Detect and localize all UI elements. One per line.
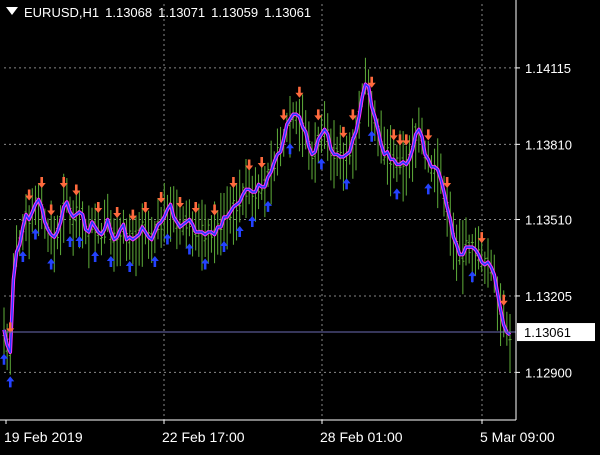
open-value: 1.13068	[105, 5, 153, 20]
x-tick-label: 28 Feb 01:00	[320, 429, 403, 445]
arrow-shape	[91, 251, 100, 263]
symbol-label: EURUSD,H1	[24, 5, 100, 20]
sell-arrow-icon	[424, 129, 433, 141]
arrow-shape	[392, 188, 401, 200]
x-tick-label: 19 Feb 2019	[4, 429, 83, 445]
y-tick-label: 1.13810	[525, 137, 572, 152]
current-price-label: 1.13061	[524, 325, 571, 340]
x-tick-label: 22 Feb 17:00	[162, 429, 245, 445]
chart-canvas[interactable]: 1.14115 1.13810 1.13510 1.13205 1.12900 19 Fe…	[0, 0, 600, 450]
buy-arrow-icon	[286, 143, 294, 155]
buy-arrow-icon	[6, 376, 15, 388]
y-tick-label: 1.13205	[525, 289, 572, 304]
arrow-shape	[424, 183, 433, 195]
arrow-shape	[424, 129, 433, 141]
chart-menu-triangle-icon[interactable]	[6, 7, 18, 15]
low-value: 1.13059	[211, 5, 259, 20]
high-value: 1.13071	[158, 5, 206, 20]
buy-arrow-icon	[424, 183, 433, 195]
close-value: 1.13061	[264, 5, 312, 20]
arrow-shape	[113, 207, 122, 219]
sell-arrow-icon	[113, 207, 122, 219]
arrow-shape	[286, 143, 294, 155]
sell-arrow-icon	[47, 204, 56, 216]
buy-arrow-icon	[392, 188, 401, 200]
y-tick-label: 1.14115	[525, 61, 571, 76]
x-tick-label: 5 Mar 09:00	[480, 429, 555, 445]
y-tick-label: 1.13510	[525, 213, 572, 228]
chart-window[interactable]: 1.14115 1.13810 1.13510 1.13205 1.12900 19 Fe…	[0, 0, 600, 450]
buy-arrow-icon	[91, 251, 100, 263]
arrow-shape	[6, 376, 15, 388]
arrow-shape	[47, 204, 56, 216]
y-tick-label: 1.12900	[525, 365, 572, 380]
chart-header: EURUSD,H1 1.13068 1.13071 1.13059 1.13061	[6, 5, 317, 20]
